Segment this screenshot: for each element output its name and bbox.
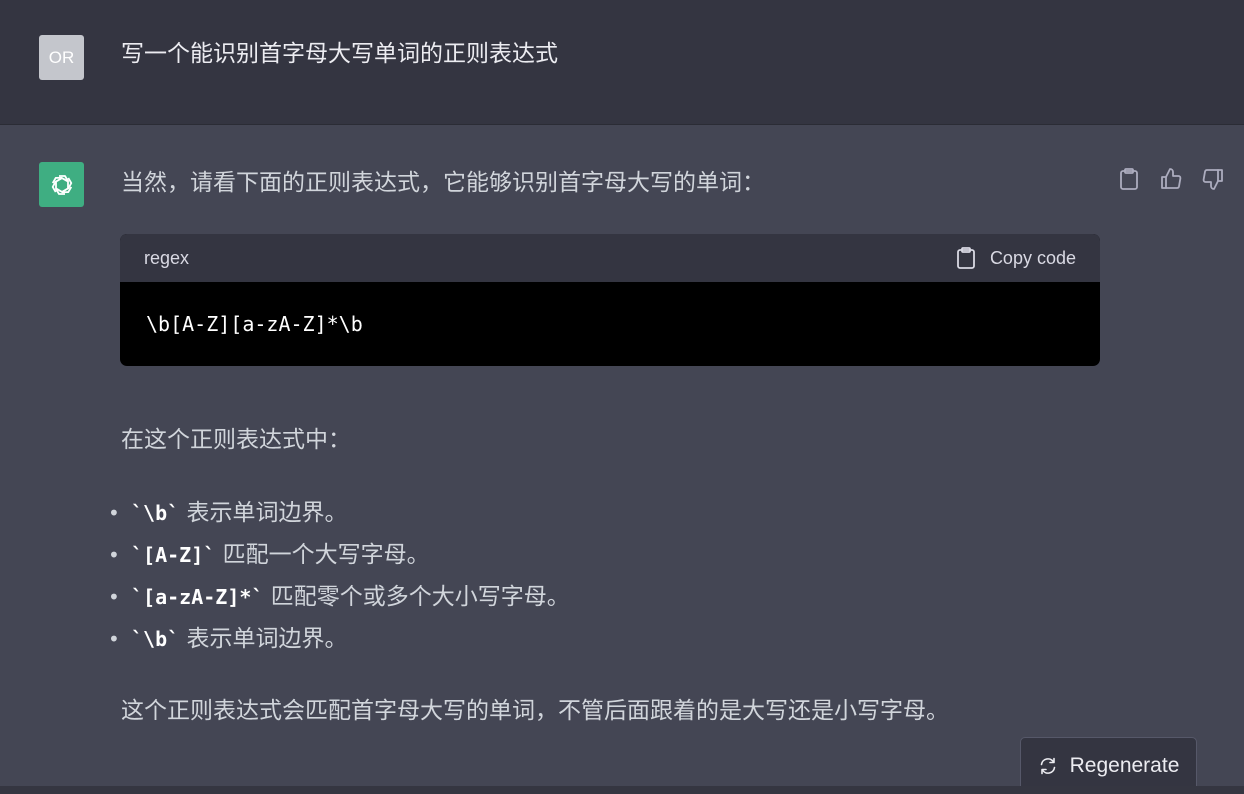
message-actions: [1117, 167, 1225, 191]
clipboard-icon: [957, 247, 975, 269]
assistant-intro-text: 当然，请看下面的正则表达式，它能够识别首字母大写的单词：: [121, 170, 765, 196]
copy-message-button[interactable]: [1117, 167, 1141, 191]
regex-code: \b[A-Z][a-zA-Z]*\b: [146, 312, 363, 336]
thumbs-down-icon: [1202, 169, 1223, 190]
list-item-text: 表示单词边界。: [179, 500, 348, 526]
regenerate-label: Regenerate: [1069, 753, 1180, 777]
list-item-text: 匹配一个大写字母。: [215, 542, 430, 568]
clipboard-icon: [1120, 168, 1138, 190]
code-block-header: regex Copy code: [120, 234, 1100, 282]
chatgpt-logo-icon: [51, 174, 72, 195]
bullet-icon: •: [108, 543, 120, 567]
bullet-icon: •: [108, 627, 120, 651]
thumbs-down-button[interactable]: [1201, 167, 1225, 191]
code-block: regex Copy code \b[A-Z][a-zA-Z]*\b: [120, 234, 1100, 366]
list-item: • `\b` 表示单词边界。: [108, 623, 570, 665]
bottom-edge: [0, 786, 1244, 794]
code-content: \b[A-Z][a-zA-Z]*\b: [120, 282, 1100, 366]
explanation-intro-text: 在这个正则表达式中：: [121, 427, 351, 453]
list-item: • `\b` 表示单词边界。: [108, 497, 570, 539]
user-message-row: OR 写一个能识别首字母大写单词的正则表达式: [0, 0, 1244, 125]
avatar: OR: [39, 35, 84, 80]
copy-code-button[interactable]: Copy code: [956, 246, 1076, 270]
inline-code: `\b`: [131, 501, 180, 525]
bullet-icon: •: [108, 501, 120, 525]
list-item: • `[A-Z]` 匹配一个大写字母。: [108, 539, 570, 581]
inline-code: `\b`: [131, 627, 180, 651]
list-item-text: 匹配零个或多个大小写字母。: [263, 584, 570, 610]
inline-code: `[a-zA-Z]*`: [131, 585, 264, 609]
list-item: • `[a-zA-Z]*` 匹配零个或多个大小写字母。: [108, 581, 570, 623]
thumbs-up-button[interactable]: [1159, 167, 1183, 191]
copy-code-label: Copy code: [989, 247, 1076, 268]
list-item-text: 表示单词边界。: [179, 626, 348, 652]
code-language-label: regex: [144, 247, 190, 268]
user-message-text: 写一个能识别首字母大写单词的正则表达式: [121, 41, 558, 67]
explanation-list: • `\b` 表示单词边界。 • `[A-Z]` 匹配一个大写字母。 • `[a…: [108, 497, 570, 665]
inline-code: `[A-Z]`: [131, 543, 216, 567]
refresh-icon: [1040, 757, 1055, 774]
assistant-avatar: [39, 162, 84, 207]
summary-text: 这个正则表达式会匹配首字母大写的单词，不管后面跟着的是大写还是小写字母。: [121, 698, 949, 724]
thumbs-up-icon: [1161, 168, 1182, 189]
assistant-message-row: 当然，请看下面的正则表达式，它能够识别首字母大写的单词： regex Copy …: [0, 125, 1244, 794]
bullet-icon: •: [108, 585, 120, 609]
